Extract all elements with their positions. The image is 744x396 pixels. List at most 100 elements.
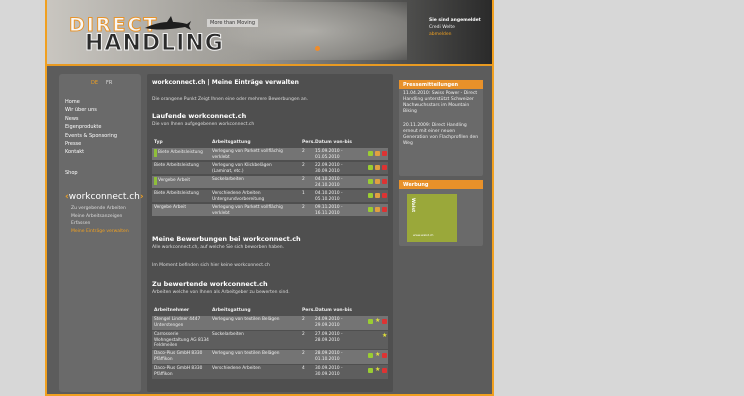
press-box-title: Pressemitteilungen [399, 80, 483, 89]
section-applications-empty: Im Moment befinden sich hier keine workc… [152, 263, 270, 268]
row-persons: 2 [302, 317, 305, 322]
table-row[interactable]: Vergebe Arbeit Verlegung von Parkett vol… [152, 204, 388, 216]
main-menu: Home Wir über uns News Eigenprodukte Eve… [65, 98, 117, 177]
row-date: 30.09.2010 - 30.09.2010 [315, 366, 343, 377]
login-status: Sie sind angemeldet [429, 18, 481, 23]
mail-icon[interactable] [375, 207, 380, 212]
logo-text-handling[interactable]: HANDLING [85, 31, 224, 57]
delete-icon[interactable] [382, 165, 387, 170]
edit-icon[interactable] [368, 193, 373, 198]
login-box: Sie sind angemeldet Credi Welte abmelden [429, 17, 481, 38]
workconnect-brand[interactable]: ‹workconnect.ch› [65, 192, 144, 202]
nav-item-contact[interactable]: Kontakt [65, 148, 117, 156]
nav-item-shop[interactable]: Shop [65, 169, 117, 177]
delete-icon[interactable] [382, 179, 387, 184]
row-date: 27.09.2010 - 28.09.2010 [315, 332, 343, 343]
brand-tld: .ch [126, 192, 140, 202]
delete-icon[interactable] [382, 193, 387, 198]
row-persons: 2 [302, 332, 305, 337]
nav-item-home[interactable]: Home [65, 98, 117, 106]
delete-icon[interactable] [382, 207, 387, 212]
section-rating-desc: Arbeiten welche von Ihnen als Arbeitgebe… [152, 290, 290, 295]
row-date: 15.09.2010 - 01.05.2010 [315, 149, 343, 160]
delete-icon[interactable] [382, 151, 387, 156]
sub-item-manage[interactable]: Meine Einträge verwalten [71, 228, 129, 236]
star-icon[interactable]: ★ [375, 367, 380, 373]
col-work: Arbeitsgattung [212, 140, 251, 145]
sub-item-create[interactable]: Erfassen [71, 220, 129, 228]
delete-icon[interactable] [382, 368, 387, 373]
row-persons: 2 [302, 149, 305, 154]
sub-item-open-jobs[interactable]: Zu vergebende Arbeiten [71, 205, 129, 213]
row-date: 09.11.2010 - 16.11.2010 [315, 205, 343, 216]
table-row[interactable]: Carrosserie Wohngestaltung AG 8134 Feldm… [152, 331, 388, 349]
site-header: DIRECT HANDLING More than Moving Sie sin… [47, 0, 492, 66]
table-row[interactable]: Biete Arbeitsleistung Verlegung von Park… [152, 148, 388, 160]
workconnect-submenu: Zu vergebende Arbeiten Meine Arbeitsanze… [71, 205, 129, 235]
edit-icon[interactable] [368, 165, 373, 170]
edit-icon[interactable] [368, 353, 373, 358]
nav-item-products[interactable]: Eigenprodukte [65, 123, 117, 131]
mail-icon[interactable] [375, 193, 380, 198]
col-date: Datum von-bis [315, 308, 352, 313]
location-dot [315, 46, 320, 51]
col-persons: Pers. [302, 308, 315, 313]
edit-icon[interactable] [368, 151, 373, 156]
star-icon[interactable]: ★ [375, 352, 380, 358]
logout-link[interactable]: abmelden [429, 31, 481, 38]
row-work: Verlegung von textilen Belägen [212, 351, 280, 356]
col-persons: Pers. [302, 140, 315, 145]
world-map-graphic [197, 2, 407, 60]
page-intro: Die orangene Punkt Zeigt Ihnen eine oder… [152, 97, 309, 102]
nav-item-about[interactable]: Wir über uns [65, 106, 117, 114]
row-employee: Stengel Lindner 4447 Unterstengen [154, 317, 201, 328]
edit-icon[interactable] [368, 368, 373, 373]
row-date: 04.10.2010 - 24.10.2010 [315, 177, 343, 188]
table-row[interactable]: Stengel Lindner 4447 Unterstengen Verleg… [152, 316, 388, 330]
delete-icon[interactable] [382, 353, 387, 358]
ad-banner[interactable]: Walst www.walst.ch [407, 194, 457, 242]
row-work: Verlegung von Parkett vollflächig verkle… [212, 149, 283, 160]
table-row[interactable]: Biete Arbeitsleistung Verlegung von Klic… [152, 162, 388, 174]
nav-item-events[interactable]: Events & Sponsoring [65, 132, 117, 140]
lang-fr[interactable]: FR [106, 80, 112, 86]
mail-icon[interactable] [375, 151, 380, 156]
row-work: Verschiedene Arbeiten Untergrundvorberei… [212, 191, 265, 202]
edit-icon[interactable] [368, 179, 373, 184]
row-date: 22.09.2010 - 30.09.2010 [315, 163, 343, 174]
row-work: Sockelarbeiten [212, 332, 244, 337]
row-work: Verlegung von textilen Belägen [212, 317, 280, 322]
table-row[interactable]: Daco-Pius GmbH 8330 Pfäffikon Verlegung … [152, 350, 388, 364]
row-work: Verlegung von Klickbelägen (Laminat, etc… [212, 163, 272, 174]
section-running-desc: Die von Ihnen aufgegebenen workconnect.c… [152, 122, 255, 127]
nav-item-press[interactable]: Presse [65, 140, 117, 148]
page-title: workconnect.ch | Meine Einträge verwalte… [152, 79, 299, 86]
edit-icon[interactable] [368, 319, 373, 324]
col-work: Arbeitsgattung [212, 308, 251, 313]
star-icon[interactable]: ★ [382, 333, 387, 339]
col-type: Typ [154, 140, 163, 145]
ad-box-title: Werbung [399, 180, 483, 189]
press-item[interactable]: 20.11.2009: Direct Handling erneut mit e… [399, 121, 483, 149]
nav-item-news[interactable]: News [65, 115, 117, 123]
table-row[interactable]: Vergebe Arbeit Sockelarbeiten 2 04.10.20… [152, 176, 388, 188]
lang-de[interactable]: DE [91, 80, 98, 86]
col-employee: Arbeitnehmer [154, 308, 190, 313]
star-icon[interactable]: ★ [375, 318, 380, 324]
delete-icon[interactable] [382, 319, 387, 324]
row-employee: Daco-Pius GmbH 8330 Pfäffikon [154, 351, 203, 362]
table-row[interactable]: Daco-Pius GmbH 8330 Pfäffikon Verschiede… [152, 365, 388, 379]
edit-icon[interactable] [368, 207, 373, 212]
press-item[interactable]: 11.04.2010: Swiss Power - Direct Handlin… [399, 89, 483, 117]
row-persons: 1 [302, 191, 305, 196]
row-work: Verlegung von Parkett vollflächig verkle… [212, 205, 283, 216]
row-work: Sockelarbeiten [212, 177, 244, 182]
col-date: Datum von-bis [315, 140, 352, 145]
mail-icon[interactable] [375, 165, 380, 170]
mail-icon[interactable] [375, 179, 380, 184]
row-type: Biete Arbeitsleistung [154, 191, 199, 196]
page-frame: DIRECT HANDLING More than Moving Sie sin… [45, 0, 494, 396]
sub-item-my-ads[interactable]: Meine Arbeitsanzeigen [71, 213, 129, 221]
section-applications-desc: Alle workconnect.ch, auf welche Sie sich… [152, 245, 285, 250]
table-row[interactable]: Biete Arbeitsleistung Verschiedene Arbei… [152, 190, 388, 202]
